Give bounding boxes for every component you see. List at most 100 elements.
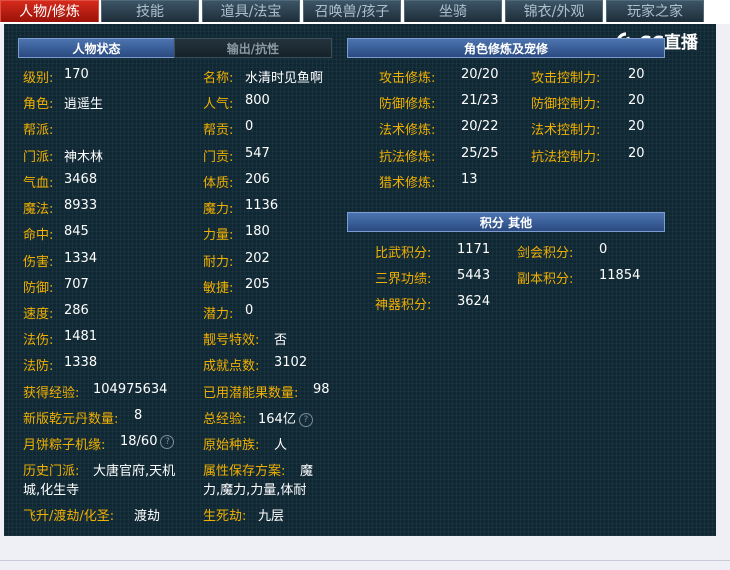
qianyuan-value: 8 — [134, 408, 143, 423]
merit-label: 三界功绩: — [375, 272, 432, 287]
mooncake-value-text: 18/60 — [120, 434, 158, 449]
hit-label: 命中: — [23, 228, 54, 243]
defense-cultivation-value: 21/23 — [461, 93, 499, 108]
sword-points-value: 0 — [599, 242, 608, 257]
achievement-label: 成就点数: — [203, 359, 260, 374]
role-value: 逍遥生 — [64, 97, 104, 112]
defense-value: 707 — [64, 277, 89, 292]
endurance-value: 202 — [245, 251, 270, 266]
faction-contrib-label: 门贡: — [203, 150, 234, 165]
tab-appearance[interactable]: 锦衣/外观 — [505, 0, 603, 22]
magic-power-value: 1136 — [245, 198, 279, 213]
spell-damage-value: 1481 — [64, 329, 98, 344]
pvp-points-label: 比武积分: — [375, 246, 432, 261]
defense-control-value: 20 — [628, 93, 645, 108]
hunting-cultivation-label: 猎术修炼: — [379, 176, 436, 191]
history-faction-value-line2: 城,化生寺 — [23, 483, 80, 498]
attack-control-label: 攻击控制力: — [531, 71, 601, 86]
potential-value: 0 — [245, 303, 254, 318]
tab-character-status[interactable]: 人物状态 — [18, 38, 175, 58]
spell-damage-label: 法伤: — [23, 333, 54, 348]
hit-value: 845 — [64, 224, 89, 239]
resist-cultivation-value: 25/25 — [461, 146, 499, 161]
attack-cultivation-label: 攻击修炼: — [379, 71, 436, 86]
level-value: 170 — [64, 67, 89, 82]
pvp-points-value: 1171 — [457, 242, 491, 257]
role-label: 角色: — [23, 97, 54, 112]
potential-fruit-value: 98 — [313, 382, 330, 397]
history-faction-value-line1: 大唐官府,天机 — [93, 464, 176, 479]
constitution-value: 206 — [245, 172, 270, 187]
exp-gained-label: 获得经验: — [23, 386, 80, 401]
tab-summons[interactable]: 召唤兽/孩子 — [303, 0, 401, 22]
spell-defense-value: 1338 — [64, 355, 98, 370]
dungeon-points-value: 11854 — [599, 268, 641, 283]
sword-points-label: 剑会积分: — [517, 246, 574, 261]
magic-power-label: 魔力: — [203, 202, 234, 217]
name-label: 名称: — [203, 71, 234, 86]
help-icon[interactable]: ? — [298, 413, 313, 427]
race-label: 原始种族: — [203, 438, 260, 453]
agility-label: 敏捷: — [203, 281, 234, 296]
tab-output-resistance[interactable]: 输出/抗性 — [174, 38, 332, 58]
hunting-cultivation-value: 13 — [461, 172, 478, 187]
merit-value: 5443 — [457, 268, 491, 283]
attr-plan-value-line2: 力,魔力,力量,体耐 — [203, 483, 307, 498]
resist-control-label: 抗法控制力: — [531, 150, 601, 165]
speed-label: 速度: — [23, 307, 54, 322]
endurance-label: 耐力: — [203, 255, 234, 270]
spell-defense-label: 法防: — [23, 359, 54, 374]
vip-effect-label: 靓号特效: — [203, 333, 260, 348]
faction-label: 门派: — [23, 150, 54, 165]
level-label: 级别: — [23, 71, 54, 86]
tab-bar: 人物/修炼 技能 道具/法宝 召唤兽/孩子 坐骑 锦衣/外观 玩家之家 — [0, 0, 730, 24]
guild-contrib-label: 帮贡: — [203, 123, 234, 138]
guild-contrib-value: 0 — [245, 119, 254, 134]
guild-label: 帮派: — [23, 123, 54, 138]
defense-control-label: 防御控制力: — [531, 97, 601, 112]
attr-plan-label: 属性保存方案: — [203, 464, 286, 479]
vip-effect-value: 否 — [274, 333, 288, 348]
cultivation-header: 角色修炼及宠修 — [347, 38, 665, 58]
agility-value: 205 — [245, 277, 270, 292]
constitution-label: 体质: — [203, 176, 234, 191]
potential-label: 潜力: — [203, 307, 234, 322]
defense-cultivation-label: 防御修炼: — [379, 97, 436, 112]
bottom-divider — [0, 560, 730, 561]
tab-skills[interactable]: 技能 — [101, 0, 199, 22]
spell-control-value: 20 — [628, 119, 645, 134]
artifact-points-value: 3624 — [457, 294, 491, 309]
attr-plan-value-line1: 魔 — [300, 464, 314, 479]
spell-cultivation-value: 20/22 — [461, 119, 499, 134]
faction-contrib-value: 547 — [245, 146, 270, 161]
popularity-value: 800 — [245, 93, 270, 108]
total-exp-value-text: 164亿 — [258, 412, 296, 427]
speed-value: 286 — [64, 303, 89, 318]
tab-character[interactable]: 人物/修炼 — [0, 0, 99, 22]
potential-fruit-label: 已用潜能果数量: — [203, 386, 299, 401]
tab-home[interactable]: 玩家之家 — [606, 0, 704, 22]
tab-items[interactable]: 道具/法宝 — [202, 0, 300, 22]
points-header: 积分 其他 — [347, 212, 665, 232]
popularity-label: 人气: — [203, 97, 234, 112]
name-value: 水清时见鱼啊 — [245, 71, 324, 86]
spell-cultivation-label: 法术修炼: — [379, 123, 436, 138]
help-icon[interactable]: ? — [160, 435, 175, 449]
tab-mounts[interactable]: 坐骑 — [404, 0, 502, 22]
dungeon-points-label: 副本积分: — [517, 272, 574, 287]
faction-value: 神木林 — [64, 150, 104, 165]
total-exp-label: 总经验: — [203, 412, 247, 427]
mp-label: 魔法: — [23, 202, 54, 217]
resist-cultivation-label: 抗法修炼: — [379, 150, 436, 165]
history-faction-label: 历史门派: — [23, 464, 80, 479]
damage-value: 1334 — [64, 251, 98, 266]
attack-control-value: 20 — [628, 67, 645, 82]
life-death-value: 九层 — [258, 509, 285, 524]
mooncake-label: 月饼粽子机缘: — [23, 438, 106, 453]
artifact-points-label: 神器积分: — [375, 298, 432, 313]
qianyuan-label: 新版乾元丹数量: — [23, 412, 119, 427]
exp-gained-value: 104975634 — [93, 382, 168, 397]
defense-label: 防御: — [23, 281, 54, 296]
damage-label: 伤害: — [23, 255, 54, 270]
race-value: 人 — [274, 438, 288, 453]
